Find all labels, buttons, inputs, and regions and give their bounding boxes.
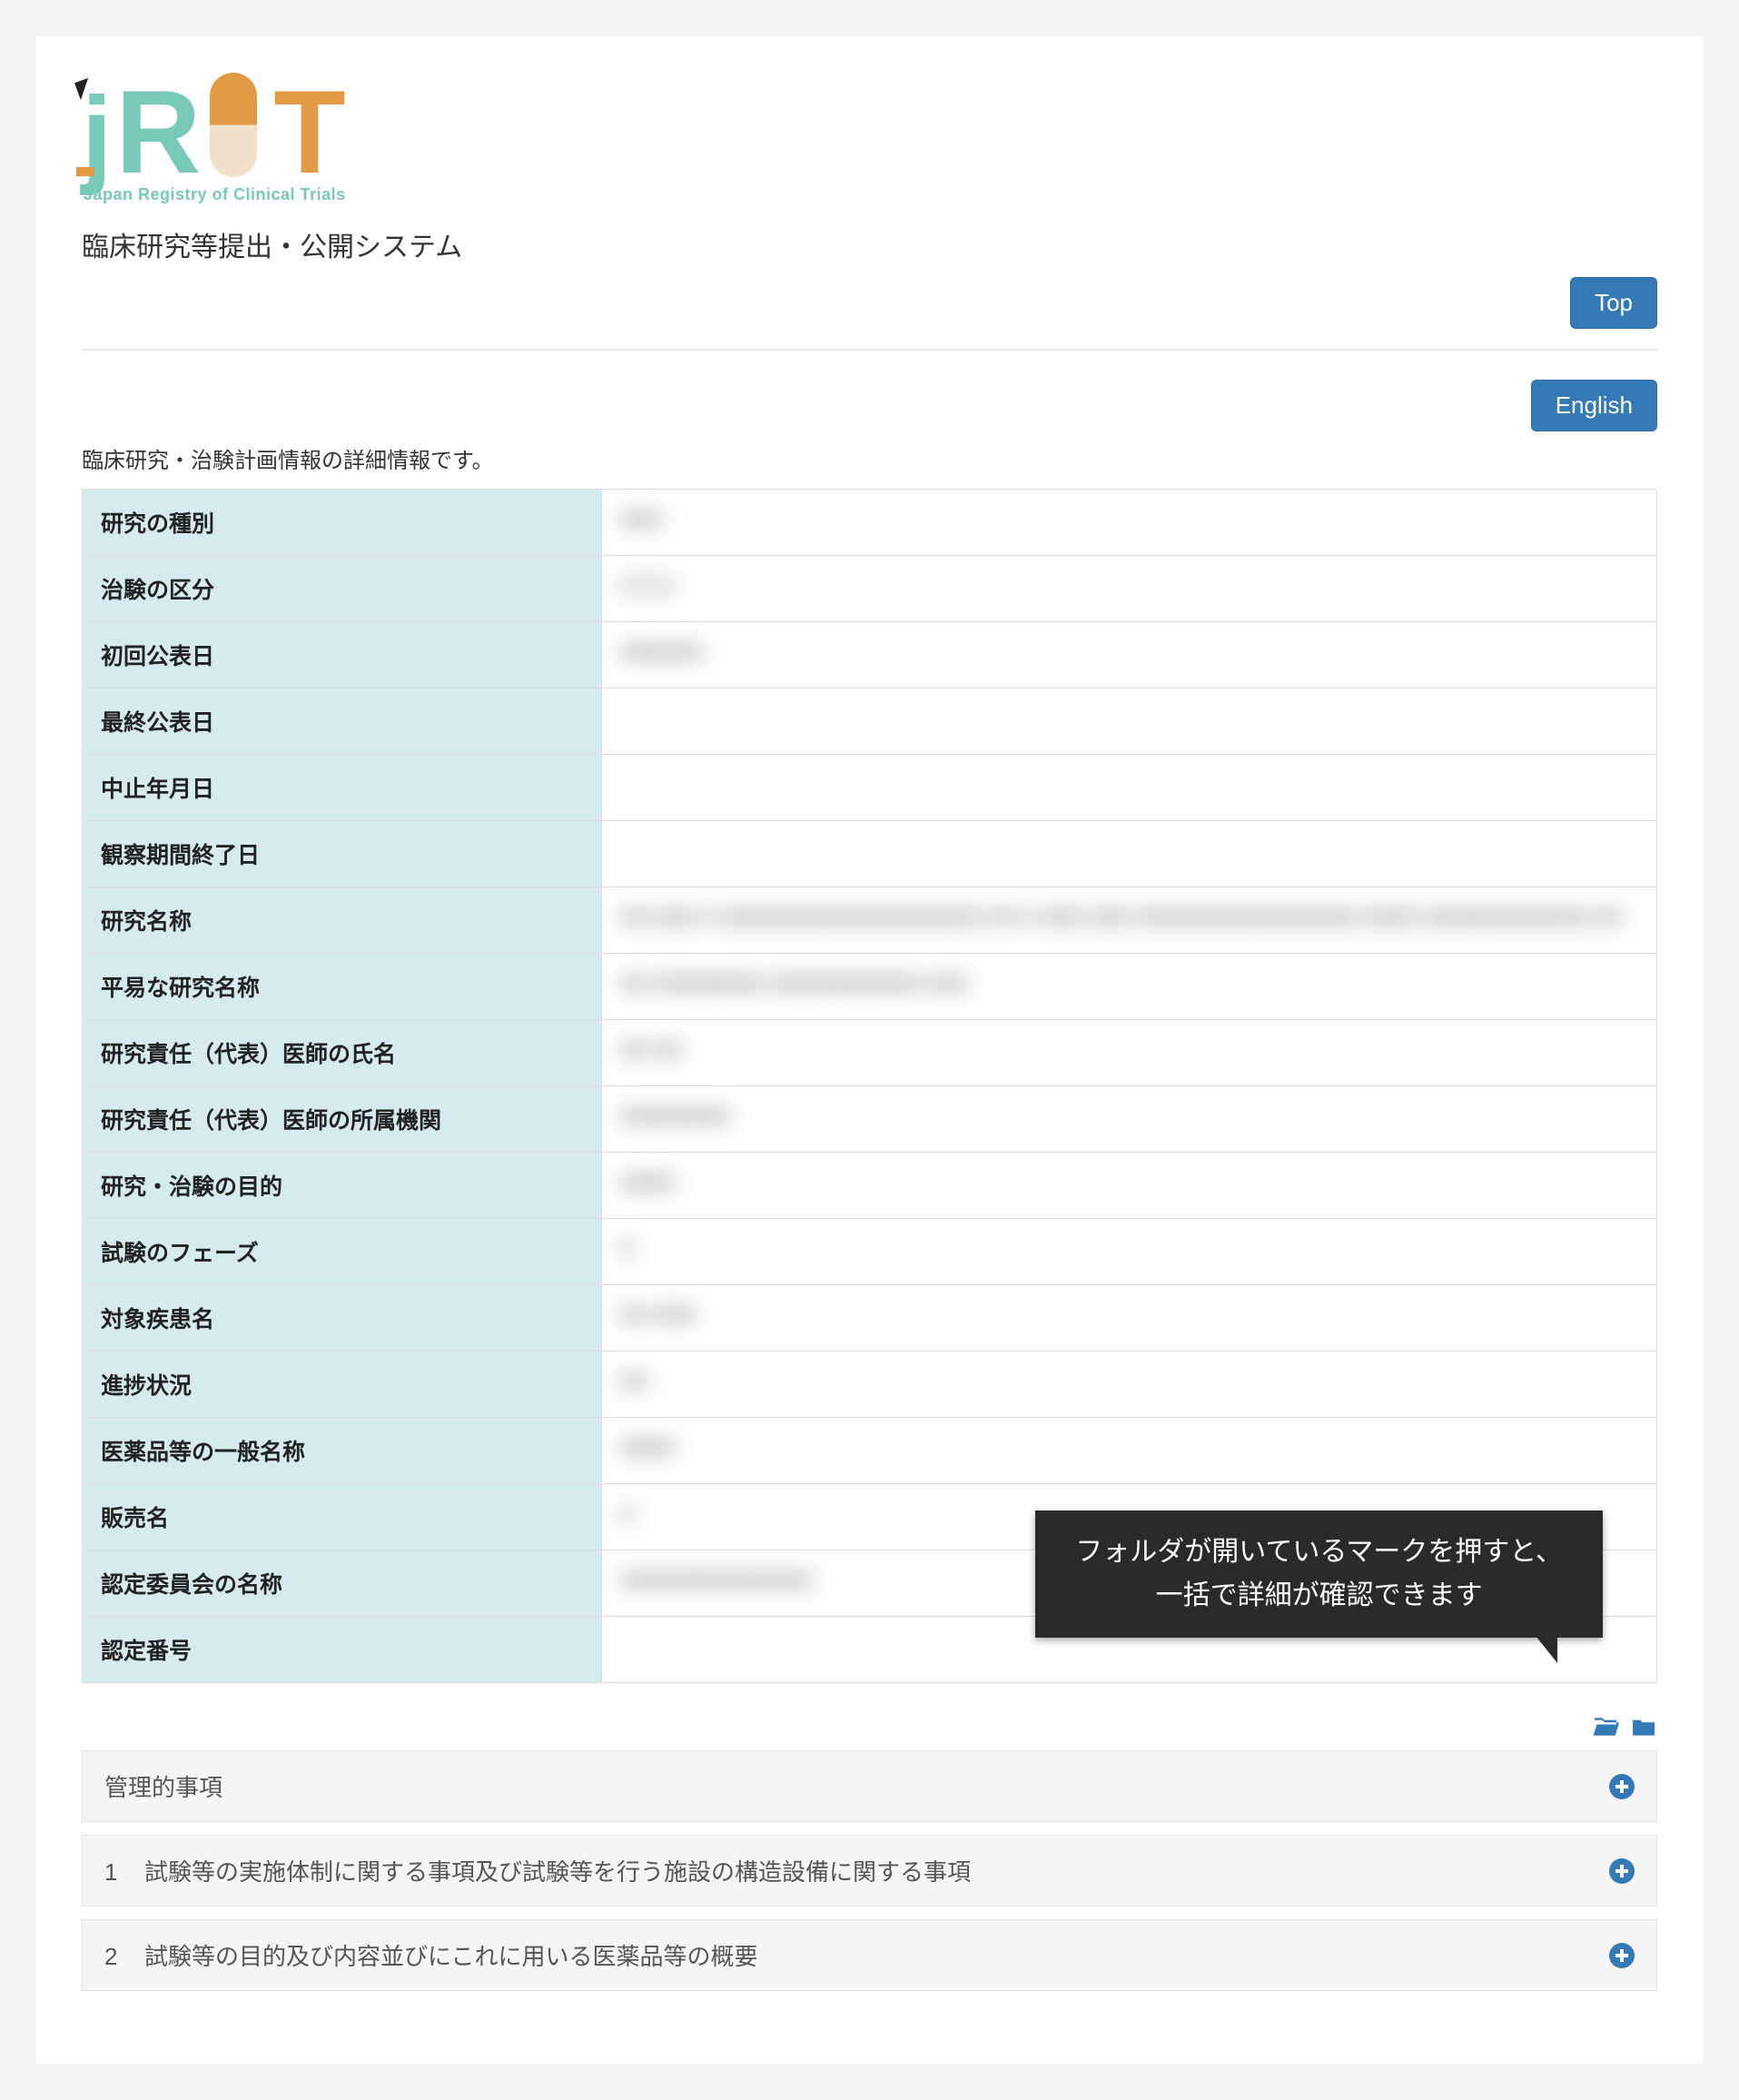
accordion-title: 2試験等の目的及び内容並びにこれに用いる医薬品等の概要 — [104, 1938, 757, 1972]
table-row: 研究・治験の目的■■■■ — [83, 1153, 1657, 1219]
accordion-section[interactable]: 2試験等の目的及び内容並びにこれに用いる医薬品等の概要 — [82, 1919, 1657, 1991]
logo: j R T — [82, 64, 1657, 182]
divider — [82, 349, 1657, 351]
row-label: 認定委員会の名称 — [83, 1550, 602, 1617]
row-value: ■ ■ ■ — [602, 556, 1657, 622]
summary-table: 研究の種別■■■治験の区分■ ■ ■初回公表日■■■■■■最終公表日中止年月日観… — [82, 489, 1657, 1683]
row-label: 平易な研究名称 — [83, 954, 602, 1020]
row-label: 販売名 — [83, 1484, 602, 1550]
row-value: ■■■■■■■■ — [602, 1086, 1657, 1153]
cursor-icon — [74, 78, 94, 100]
tooltip-line2: 一括で詳細が確認できます — [1156, 1580, 1483, 1610]
row-label: 医薬品等の一般名称 — [83, 1418, 602, 1484]
system-title: 臨床研究等提出・公開システム — [82, 224, 1657, 264]
pill-icon — [210, 73, 257, 177]
row-label: 研究名称 — [83, 887, 602, 954]
tooltip-line1: フォルダが開いているマークを押すと、 — [1075, 1537, 1563, 1567]
row-label: 研究の種別 — [83, 490, 602, 556]
table-row: 研究名称■■ ■■■ ■ ■■■■■■■■■■■■■■■■■■■ ■■ ■ ■■… — [83, 887, 1657, 954]
row-value: ■■■■ — [602, 1153, 1657, 1219]
table-row: 研究の種別■■■ — [83, 490, 1657, 556]
row-label: 初回公表日 — [83, 622, 602, 688]
table-row: 医薬品等の一般名称■■■■ — [83, 1418, 1657, 1484]
row-label: 研究・治験の目的 — [83, 1153, 602, 1219]
table-row: 最終公表日 — [83, 688, 1657, 755]
row-label: 観察期間終了日 — [83, 821, 602, 887]
row-label: 研究責任（代表）医師の所属機関 — [83, 1086, 602, 1153]
accordion-title: 管理的事項 — [104, 1769, 222, 1803]
row-value — [602, 821, 1657, 887]
accordion-number: 1 — [104, 1858, 144, 1887]
logo-letter-j: j — [82, 89, 112, 182]
row-label: 対象疾患名 — [83, 1285, 602, 1352]
page-description: 臨床研究・治験計画情報の詳細情報です。 — [82, 442, 1657, 474]
row-value: ■ — [602, 1219, 1657, 1285]
row-value: ■■■■■■ — [602, 622, 1657, 688]
row-value: ■■ ■■ — [602, 1020, 1657, 1086]
top-button[interactable]: Top — [1570, 277, 1657, 329]
row-value: ■■■■ — [602, 1418, 1657, 1484]
row-value: ■■ ■■■■■■■■ ■■■■■■■■■■■ ■■■ — [602, 954, 1657, 1020]
row-value — [602, 755, 1657, 821]
table-row: 観察期間終了日 — [83, 821, 1657, 887]
row-label: 治験の区分 — [83, 556, 602, 622]
table-row: 研究責任（代表）医師の氏名■■ ■■ — [83, 1020, 1657, 1086]
accordion-title: 1試験等の実施体制に関する事項及び試験等を行う施設の構造設備に関する事項 — [104, 1854, 971, 1887]
table-row: 試験のフェーズ■ — [83, 1219, 1657, 1285]
table-row: 平易な研究名称■■ ■■■■■■■■ ■■■■■■■■■■■ ■■■ — [83, 954, 1657, 1020]
accordion-section[interactable]: 管理的事項 — [82, 1750, 1657, 1822]
table-row: 中止年月日 — [83, 755, 1657, 821]
expand-icon[interactable] — [1609, 1858, 1635, 1884]
accordion-number: 2 — [104, 1943, 144, 1971]
logo-letter-c — [199, 64, 270, 182]
row-value: ■■ ■■■ — [602, 1285, 1657, 1352]
english-button[interactable]: English — [1531, 380, 1657, 431]
table-row: 研究責任（代表）医師の所属機関■■■■■■■■ — [83, 1086, 1657, 1153]
table-row: 進捗状況■■ — [83, 1352, 1657, 1418]
row-value: ■■ ■■■ ■ ■■■■■■■■■■■■■■■■■■■ ■■ ■ ■■■ ■■… — [602, 887, 1657, 954]
row-label: 研究責任（代表）医師の氏名 — [83, 1020, 602, 1086]
folder-open-icon[interactable] — [1592, 1716, 1619, 1738]
logo-subtitle: Japan Registry of Clinical Trials — [84, 185, 1657, 204]
row-label: 試験のフェーズ — [83, 1219, 602, 1285]
row-label: 中止年月日 — [83, 755, 602, 821]
row-label: 最終公表日 — [83, 688, 602, 755]
row-label: 進捗状況 — [83, 1352, 602, 1418]
accordion-section[interactable]: 1試験等の実施体制に関する事項及び試験等を行う施設の構造設備に関する事項 — [82, 1835, 1657, 1907]
logo-area: j R T Japan Registry of Clinical Trials — [82, 64, 1657, 204]
row-value: ■■■ — [602, 490, 1657, 556]
expand-icon[interactable] — [1609, 1943, 1635, 1968]
row-value: ■■ — [602, 1352, 1657, 1418]
row-value — [602, 688, 1657, 755]
logo-letter-r: R — [115, 82, 195, 183]
table-row: 治験の区分■ ■ ■ — [83, 556, 1657, 622]
logo-letter-t: T — [273, 82, 345, 183]
folder-closed-icon[interactable] — [1630, 1716, 1657, 1738]
tooltip-annotation: フォルダが開いているマークを押すと、 一括で詳細が確認できます — [1035, 1511, 1603, 1638]
table-row: 初回公表日■■■■■■ — [83, 622, 1657, 688]
row-label: 認定番号 — [83, 1617, 602, 1683]
expand-icon[interactable] — [1609, 1774, 1635, 1799]
table-row: 対象疾患名■■ ■■■ — [83, 1285, 1657, 1352]
